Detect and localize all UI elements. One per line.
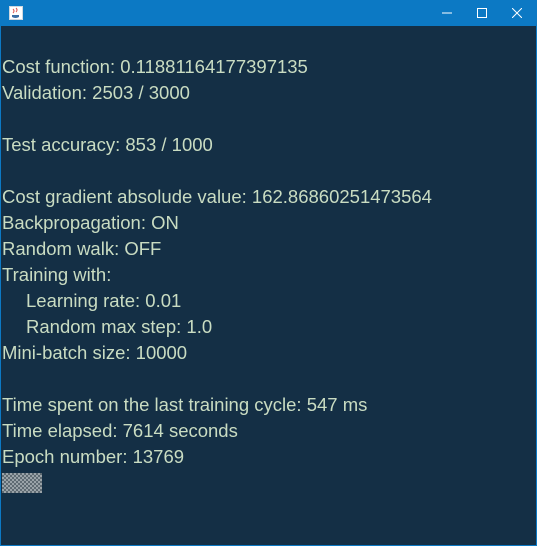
random-walk-text: Random walk: OFF bbox=[2, 238, 162, 259]
app-window: Cost function: 0.11881164177397135 Valid… bbox=[0, 0, 537, 546]
cost-gradient-text: Cost gradient absolude value: 162.868602… bbox=[2, 186, 432, 207]
title-bar[interactable] bbox=[0, 0, 537, 26]
close-button[interactable] bbox=[500, 0, 534, 26]
minimize-icon bbox=[442, 12, 452, 14]
epoch-number-text: Epoch number: 13769 bbox=[2, 446, 185, 467]
time-last-cycle-text: Time spent on the last training cycle: 5… bbox=[2, 394, 368, 415]
cost-function-text: Cost function: 0.11881164177397135 bbox=[2, 56, 308, 77]
validation-text: Validation: 2503 / 3000 bbox=[2, 82, 190, 103]
mini-batch-size-text: Mini-batch size: 10000 bbox=[2, 342, 188, 363]
random-max-step-text: Random max step: 1.0 bbox=[26, 316, 213, 337]
backpropagation-text: Backpropagation: ON bbox=[2, 212, 179, 233]
close-icon bbox=[512, 8, 522, 18]
java-app-icon bbox=[9, 6, 23, 20]
test-accuracy-text: Test accuracy: 853 / 1000 bbox=[2, 134, 213, 155]
time-elapsed-text: Time elapsed: 7614 seconds bbox=[2, 420, 238, 441]
training-progress-indicator bbox=[2, 473, 42, 493]
stats-panel: Cost function: 0.11881164177397135 Valid… bbox=[1, 26, 536, 545]
maximize-button[interactable] bbox=[465, 0, 499, 26]
training-with-text: Training with: bbox=[2, 264, 112, 285]
learning-rate-text: Learning rate: 0.01 bbox=[26, 290, 182, 311]
maximize-icon bbox=[477, 8, 487, 18]
minimize-button[interactable] bbox=[430, 0, 464, 26]
